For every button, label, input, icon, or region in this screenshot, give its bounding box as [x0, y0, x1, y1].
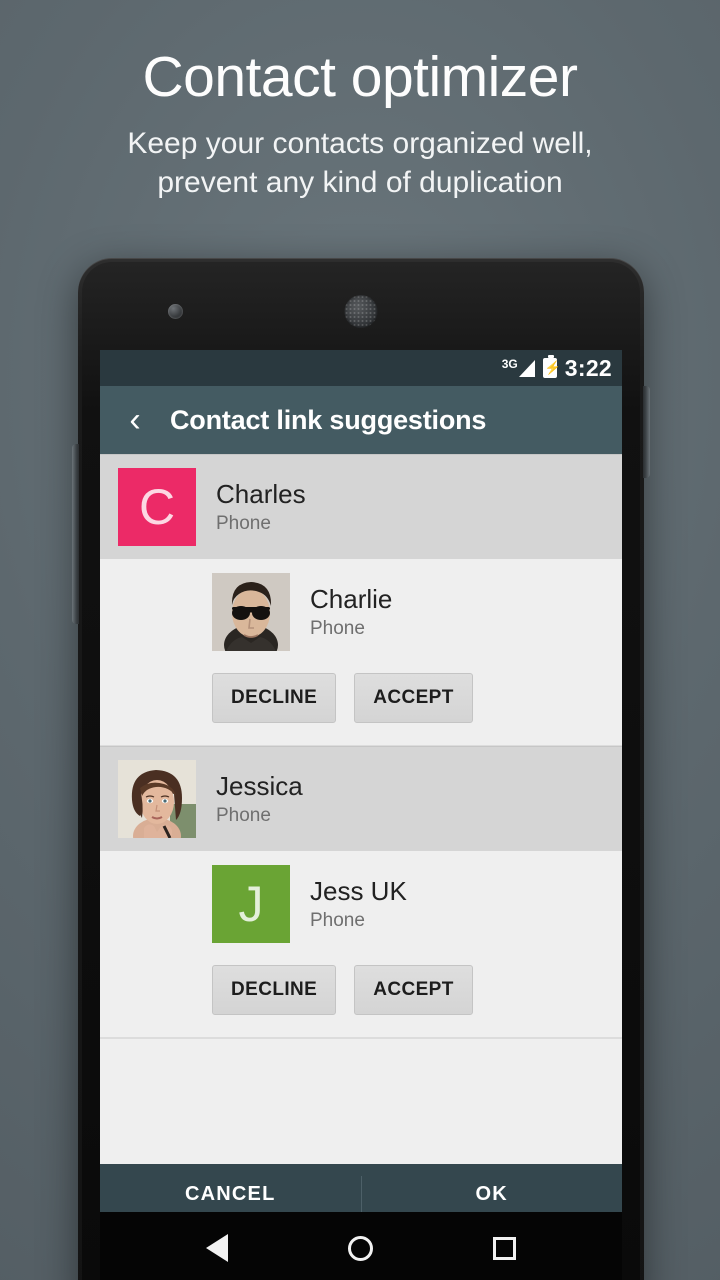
dialog-button-bar: CANCEL OK: [100, 1164, 622, 1212]
list-empty-space: [100, 1038, 622, 1156]
man-with-sunglasses-photo: [212, 573, 290, 651]
suggestion-actions: DECLINE ACCEPT: [100, 957, 622, 1038]
contact-name: Charlie: [310, 583, 393, 614]
suggestion-list[interactable]: C Charles Phone Charlie Phone DECLINE AC…: [100, 454, 622, 1164]
avatar-letter: J: [238, 876, 264, 932]
signal-triangle-icon: [518, 360, 535, 377]
contact-name: Jessica: [216, 770, 303, 801]
back-chevron-icon[interactable]: ‹: [118, 403, 152, 437]
cancel-button[interactable]: CANCEL: [100, 1164, 361, 1212]
phone-screen: 3G ⚡ 3:22 ‹ Contact link suggestions C C…: [100, 350, 622, 1212]
contact-text: Charlie Phone: [310, 583, 393, 640]
woman-portrait-photo: [118, 760, 196, 838]
contact-source: Phone: [310, 909, 365, 931]
contact-source: Phone: [310, 617, 365, 639]
ok-button[interactable]: OK: [362, 1164, 623, 1212]
device-bezel: 3G ⚡ 3:22 ‹ Contact link suggestions C C…: [82, 262, 640, 1280]
promo-subtitle-line-2: prevent any kind of duplication: [157, 165, 563, 199]
suggestion-group: Jessica Phone J Jess UK Phone DECLINE AC…: [100, 746, 622, 1038]
decline-button[interactable]: DECLINE: [212, 965, 337, 1015]
power-button[interactable]: [643, 386, 650, 478]
suggestion-actions: DECLINE ACCEPT: [100, 665, 622, 746]
list-item-suggested-contact[interactable]: Charlie Phone: [100, 559, 622, 665]
nav-recents-icon[interactable]: [493, 1236, 516, 1260]
app-bar: ‹ Contact link suggestions: [100, 386, 622, 454]
contact-source: Phone: [216, 804, 271, 826]
contact-text: Charles Phone: [216, 478, 306, 535]
avatar: J: [212, 865, 290, 943]
avatar: [212, 573, 290, 651]
nav-home-icon[interactable]: [348, 1235, 373, 1261]
signal-strength-icon: 3G: [502, 358, 535, 378]
suggestion-group: C Charles Phone Charlie Phone DECLINE AC…: [100, 454, 622, 746]
status-bar: 3G ⚡ 3:22: [100, 350, 622, 386]
contact-source: Phone: [216, 512, 271, 534]
contact-name: Jess UK: [310, 875, 407, 906]
phone-device-mockup: 3G ⚡ 3:22 ‹ Contact link suggestions C C…: [72, 258, 650, 1280]
promo-subtitle: Keep your contacts organized well, preve…: [0, 124, 720, 202]
accept-button[interactable]: ACCEPT: [354, 965, 473, 1015]
decline-button[interactable]: DECLINE: [212, 673, 337, 723]
avatar: [118, 760, 196, 838]
charging-bolt-icon: ⚡: [544, 360, 561, 375]
page-title: Contact optimizer: [142, 45, 578, 109]
nav-back-icon[interactable]: [206, 1234, 228, 1262]
promo-subtitle-line-1: Keep your contacts organized well,: [127, 126, 593, 160]
avatar: C: [118, 468, 196, 546]
android-navigation-bar: [100, 1212, 622, 1280]
accept-button[interactable]: ACCEPT: [354, 673, 473, 723]
app-bar-title: Contact link suggestions: [170, 404, 487, 435]
avatar-letter: C: [138, 479, 176, 535]
status-bar-clock: 3:22: [564, 354, 612, 381]
earpiece-speaker-icon: [344, 295, 378, 328]
front-camera-icon: [168, 304, 183, 319]
list-item-primary-contact[interactable]: C Charles Phone: [100, 454, 622, 559]
volume-rocker-button[interactable]: [72, 444, 79, 624]
battery-charging-icon: ⚡: [542, 355, 561, 378]
network-type-label: 3G: [501, 357, 518, 371]
contact-text: Jessica Phone: [216, 770, 303, 827]
promo-header: Contact optimizer Keep your contacts org…: [0, 0, 720, 202]
list-item-suggested-contact[interactable]: J Jess UK Phone: [100, 851, 622, 957]
contact-text: Jess UK Phone: [310, 875, 407, 932]
list-item-primary-contact[interactable]: Jessica Phone: [100, 746, 622, 851]
contact-name: Charles: [216, 478, 306, 509]
